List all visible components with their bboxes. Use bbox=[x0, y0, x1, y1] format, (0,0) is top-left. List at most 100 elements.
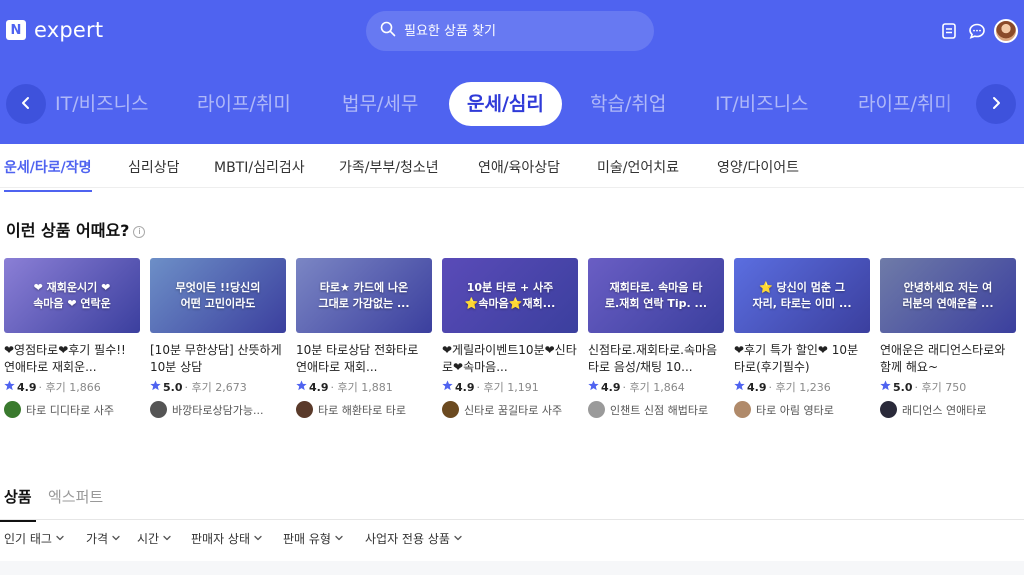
subcategory-6[interactable]: 영양/다이어트 bbox=[717, 157, 799, 177]
filter-dropdown[interactable]: 사업자 전용 상품 bbox=[365, 530, 463, 547]
subcategory-3[interactable]: 가족/부부/청소년 bbox=[339, 157, 439, 177]
subcategory-5[interactable]: 미술/언어치료 bbox=[597, 157, 679, 177]
seller-info[interactable]: 신타로 꿈길타로 사주 bbox=[442, 401, 578, 418]
seller-avatar bbox=[880, 401, 897, 418]
product-title[interactable]: 신점타로.재회타로.속마음타로 음성/채팅 10... bbox=[588, 342, 724, 376]
product-card[interactable]: 타로★ 카드에 나온 그대로 가감없는 ... 10분 타로상담 전화타로 연애타… bbox=[296, 258, 432, 418]
chat-icon[interactable] bbox=[966, 20, 988, 42]
review-count: · 후기 1,866 bbox=[38, 381, 101, 394]
seller-avatar bbox=[442, 401, 459, 418]
product-thumbnail[interactable]: ❤ 재회운시기 ❤ 속마음 ❤ 연락운 bbox=[4, 258, 140, 333]
filter-label: 판매 유형 bbox=[283, 532, 331, 546]
search-icon bbox=[380, 21, 396, 41]
product-title[interactable]: 10분 타로상담 전화타로 연애타로 재회... bbox=[296, 342, 432, 376]
filter-label: 판매자 상태 bbox=[191, 532, 251, 546]
product-thumbnail[interactable]: 안녕하세요 저는 여 러분의 연애운을 ... bbox=[880, 258, 1016, 333]
review-count: · 후기 1,191 bbox=[476, 381, 539, 394]
product-title[interactable]: ❤후기 특가 할인❤ 10분 타로(후기필수) bbox=[734, 342, 870, 376]
result-tabs: 상품 엑스퍼트 bbox=[0, 484, 1024, 522]
product-card[interactable]: ⭐ 당신이 멈춘 그 자리, 타로는 이미 ... ❤후기 특가 할인❤ 10분 … bbox=[734, 258, 870, 418]
subcategory-0[interactable]: 운세/타로/작명 bbox=[4, 157, 92, 192]
star-icon bbox=[150, 380, 161, 394]
rating-score: 4.9 bbox=[309, 380, 329, 394]
product-rating: 4.9 · 후기 1,881 bbox=[296, 379, 432, 395]
thumbnail-caption: ❤ 재회운시기 ❤ 속마음 ❤ 연락운 bbox=[33, 280, 111, 310]
filter-dropdown[interactable]: 인기 태그 bbox=[4, 530, 65, 547]
product-card[interactable]: 안녕하세요 저는 여 러분의 연애운을 ... 연애운은 래디언스타로와 함께 해… bbox=[880, 258, 1016, 418]
tab-category-2[interactable]: 법무/세무 bbox=[342, 82, 418, 126]
subcategory-1[interactable]: 심리상담 bbox=[128, 157, 180, 177]
product-title[interactable]: ❤영점타로❤후기 필수!! 연애타로 재회운... bbox=[4, 342, 140, 376]
seller-info[interactable]: 인챈트 신점 해법타로 bbox=[588, 401, 724, 418]
info-icon[interactable]: i bbox=[133, 226, 146, 238]
product-thumbnail[interactable]: 재회타로. 속마음 타 로.재회 연락 Tip. ... bbox=[588, 258, 724, 333]
chevron-down-icon bbox=[111, 532, 121, 546]
chevron-down-icon bbox=[453, 532, 463, 546]
tab-experts[interactable]: 엑스퍼트 bbox=[48, 486, 103, 507]
thumbnail-caption: 10분 타로 + 사주 ⭐속마음⭐재회... bbox=[464, 280, 556, 310]
thumbnail-caption: 안녕하세요 저는 여 러분의 연애운을 ... bbox=[902, 280, 994, 310]
thumbnail-caption: ⭐ 당신이 멈춘 그 자리, 타로는 이미 ... bbox=[752, 280, 852, 310]
tab-category-4[interactable]: 학습/취업 bbox=[590, 82, 666, 126]
tab-category-3[interactable]: 운세/심리 bbox=[449, 82, 562, 126]
chevron-down-icon bbox=[162, 532, 172, 546]
tab-category-5[interactable]: IT/비즈니스 bbox=[715, 82, 809, 126]
product-thumbnail[interactable]: ⭐ 당신이 멈춘 그 자리, 타로는 이미 ... bbox=[734, 258, 870, 333]
next-category-button[interactable] bbox=[976, 84, 1016, 124]
category-tabs: IT/비즈니스 라이프/취미 법무/세무 운세/심리 학습/취업 IT/비즈니스… bbox=[0, 82, 1024, 126]
product-title[interactable]: [10분 무한상담] 산뜻하게 10분 상담 bbox=[150, 342, 286, 376]
top-header: N expert IT/비즈니스 라이프/취미 법무/세무 운세/심리 학습/취… bbox=[0, 0, 1024, 144]
tab-products[interactable]: 상품 bbox=[0, 486, 36, 522]
seller-info[interactable]: 래디언스 연애타로 bbox=[880, 401, 1016, 418]
product-thumbnail[interactable]: 무엇이든 !!당신의 어떤 고민이라도 bbox=[150, 258, 286, 333]
thumbnail-caption: 무엇이든 !!당신의 어떤 고민이라도 bbox=[175, 280, 261, 310]
chevron-left-icon bbox=[19, 95, 33, 114]
document-icon[interactable] bbox=[938, 20, 960, 42]
section-title: 이런 상품 어때요? i bbox=[6, 217, 146, 241]
tab-category-1[interactable]: 라이프/취미 bbox=[197, 82, 291, 126]
seller-info[interactable]: 타로 아림 영타로 bbox=[734, 401, 870, 418]
seller-name: 래디언스 연애타로 bbox=[902, 403, 987, 417]
filter-dropdown[interactable]: 판매 유형 bbox=[283, 530, 344, 547]
star-icon bbox=[442, 380, 453, 394]
filter-dropdown[interactable]: 가격 bbox=[86, 530, 121, 547]
chevron-down-icon bbox=[334, 532, 344, 546]
subcategory-4[interactable]: 연애/육아상담 bbox=[478, 157, 560, 177]
product-card[interactable]: 재회타로. 속마음 타 로.재회 연락 Tip. ... 신점타로.재회타로.속마… bbox=[588, 258, 724, 418]
product-thumbnail[interactable]: 10분 타로 + 사주 ⭐속마음⭐재회... bbox=[442, 258, 578, 333]
product-rating: 5.0 · 후기 750 bbox=[880, 379, 1016, 395]
product-card[interactable]: 무엇이든 !!당신의 어떤 고민이라도 [10분 무한상담] 산뜻하게 10분 상… bbox=[150, 258, 286, 418]
logo[interactable]: N expert bbox=[6, 18, 103, 42]
product-card[interactable]: 10분 타로 + 사주 ⭐속마음⭐재회... ❤게릴라이벤트10분❤신타로❤속마음… bbox=[442, 258, 578, 418]
seller-info[interactable]: 타로 디디타로 사주 bbox=[4, 401, 140, 418]
review-count: · 후기 2,673 bbox=[184, 381, 247, 394]
avatar[interactable] bbox=[994, 19, 1018, 43]
product-title[interactable]: 연애운은 래디언스타로와 함께 해요~ bbox=[880, 342, 1016, 376]
filter-dropdown[interactable]: 판매자 상태 bbox=[191, 530, 263, 547]
seller-name: 인챈트 신점 해법타로 bbox=[610, 403, 709, 417]
rating-score: 5.0 bbox=[893, 380, 913, 394]
subcategory-2[interactable]: MBTI/심리검사 bbox=[214, 157, 305, 177]
seller-avatar bbox=[734, 401, 751, 418]
subcategory-nav: 운세/타로/작명 심리상담 MBTI/심리검사 가족/부부/청소년 연애/육아상… bbox=[0, 144, 1024, 192]
section-title-text: 이런 상품 어때요? bbox=[6, 221, 130, 240]
search-bar[interactable] bbox=[366, 11, 654, 51]
seller-name: 타로 디디타로 사주 bbox=[26, 403, 114, 417]
filter-bar: 인기 태그 가격 시간 판매자 상태 판매 유형 사업자 전용 상품 bbox=[0, 530, 1024, 550]
rating-score: 4.9 bbox=[455, 380, 475, 394]
seller-info[interactable]: 타로 해환타로 타로 bbox=[296, 401, 432, 418]
tab-category-0[interactable]: IT/비즈니스 bbox=[55, 82, 149, 126]
product-title[interactable]: ❤게릴라이벤트10분❤신타로❤속마음... bbox=[442, 342, 578, 376]
thumbnail-caption: 재회타로. 속마음 타 로.재회 연락 Tip. ... bbox=[604, 280, 708, 310]
filter-dropdown[interactable]: 시간 bbox=[137, 530, 172, 547]
product-card[interactable]: ❤ 재회운시기 ❤ 속마음 ❤ 연락운 ❤영점타로❤후기 필수!! 연애타로 재회… bbox=[4, 258, 140, 418]
seller-avatar bbox=[4, 401, 21, 418]
product-rating: 4.9 · 후기 1,191 bbox=[442, 379, 578, 395]
seller-info[interactable]: 바깡타로상담가능... bbox=[150, 401, 286, 418]
filter-label: 사업자 전용 상품 bbox=[365, 532, 450, 546]
product-thumbnail[interactable]: 타로★ 카드에 나온 그대로 가감없는 ... bbox=[296, 258, 432, 333]
review-count: · 후기 1,881 bbox=[330, 381, 393, 394]
search-input[interactable] bbox=[404, 23, 624, 39]
seller-avatar bbox=[296, 401, 313, 418]
prev-category-button[interactable] bbox=[6, 84, 46, 124]
